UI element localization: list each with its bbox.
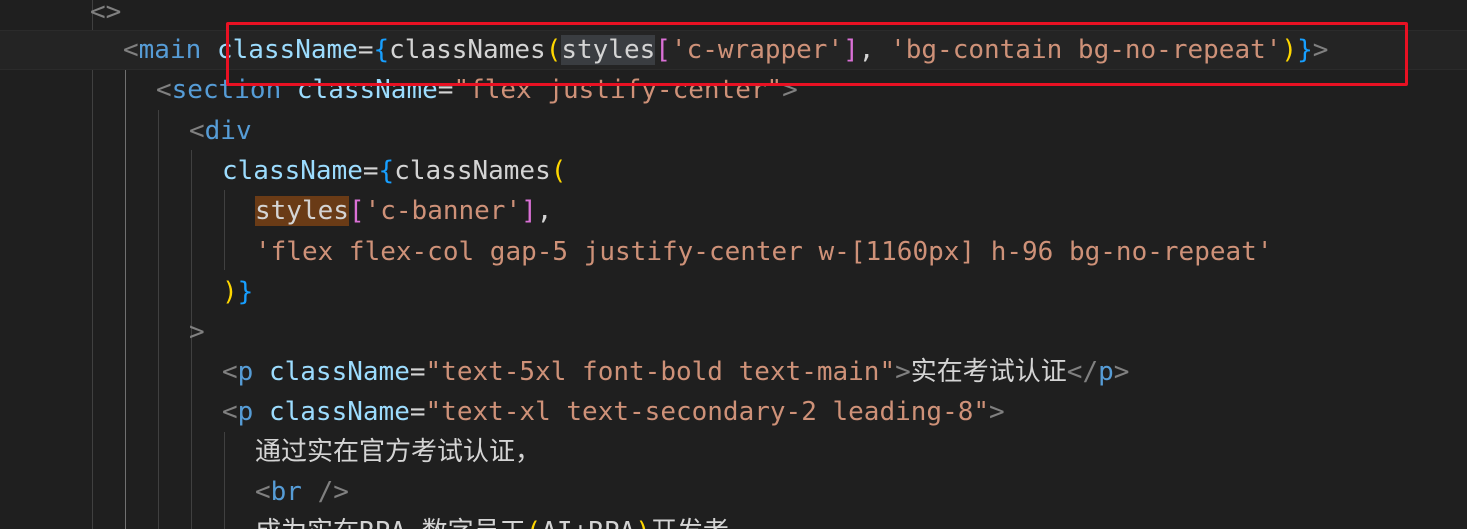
code-token: ) xyxy=(222,277,238,307)
code-token: <> xyxy=(90,0,122,27)
code-token: classNames xyxy=(394,156,551,186)
code-line[interactable]: > xyxy=(0,312,1467,352)
code-token: < xyxy=(123,35,139,65)
code-line[interactable]: <p className="text-xl text-secondary-2 l… xyxy=(0,392,1467,432)
code-token: 实在考试认证 xyxy=(910,357,1067,387)
code-token: main xyxy=(138,35,202,65)
code-token: < xyxy=(189,116,205,146)
code-token: "text-xl text-secondary-2 leading-8" xyxy=(425,397,990,427)
code-token: > xyxy=(189,317,205,347)
code-token: < xyxy=(222,397,238,427)
code-token: className xyxy=(222,156,363,186)
code-line[interactable]: )} xyxy=(0,272,1467,312)
code-token: div xyxy=(204,116,252,146)
code-token: ( xyxy=(550,156,567,186)
code-token: { xyxy=(378,156,395,186)
code-token: ] xyxy=(521,196,537,226)
code-token: = xyxy=(409,357,426,387)
code-token: 成为实在RPA 数字员工 xyxy=(255,517,526,529)
code-token: > xyxy=(989,397,1005,427)
code-token: = xyxy=(362,156,379,186)
code-line[interactable]: styles['c-banner'], xyxy=(0,191,1467,231)
code-token: br xyxy=(270,477,302,507)
code-token: } xyxy=(237,277,254,307)
code-token: < xyxy=(222,357,238,387)
code-token: [ xyxy=(348,196,365,226)
code-token: = xyxy=(409,397,426,427)
code-token: 通过实在官方考试认证， xyxy=(255,437,542,467)
code-line[interactable]: 成为实在RPA 数字员工(AI+RPA)开发者 xyxy=(0,512,1467,529)
code-token: < xyxy=(156,75,172,105)
code-line[interactable]: <br /> xyxy=(0,472,1467,512)
code-token: > xyxy=(1113,357,1130,387)
code-token: p xyxy=(237,397,254,427)
code-token: className xyxy=(268,357,410,387)
code-line[interactable]: <p className="text-5xl font-bold text-ma… xyxy=(0,352,1467,392)
code-token: > xyxy=(895,357,911,387)
code-token: /> xyxy=(317,477,349,507)
code-line[interactable]: <div xyxy=(0,111,1467,151)
code-token: p xyxy=(237,357,254,387)
code-token: 开发者 xyxy=(651,517,729,529)
code-token: </ xyxy=(1066,357,1099,387)
code-token: ( xyxy=(526,517,542,529)
code-line[interactable]: className={classNames( xyxy=(0,151,1467,191)
code-token: , xyxy=(536,196,553,226)
code-token: 'c-banner' xyxy=(364,196,522,226)
code-token: AI+RPA xyxy=(541,517,635,529)
code-editor[interactable]: <> <main className={classNames(styles['c… xyxy=(0,0,1467,529)
code-token: p xyxy=(1098,357,1114,387)
code-token: 'flex flex-col gap-5 justify-center w-[1… xyxy=(255,237,1273,267)
code-token: className xyxy=(268,397,410,427)
red-highlight-box xyxy=(226,22,1408,86)
code-token: ) xyxy=(635,517,651,529)
code-token: "text-5xl font-bold text-main" xyxy=(425,357,896,387)
code-token: < xyxy=(255,477,271,507)
code-token: styles xyxy=(255,196,349,226)
code-line[interactable]: 通过实在官方考试认证， xyxy=(0,432,1467,472)
code-line[interactable]: 'flex flex-col gap-5 justify-center w-[1… xyxy=(0,232,1467,272)
